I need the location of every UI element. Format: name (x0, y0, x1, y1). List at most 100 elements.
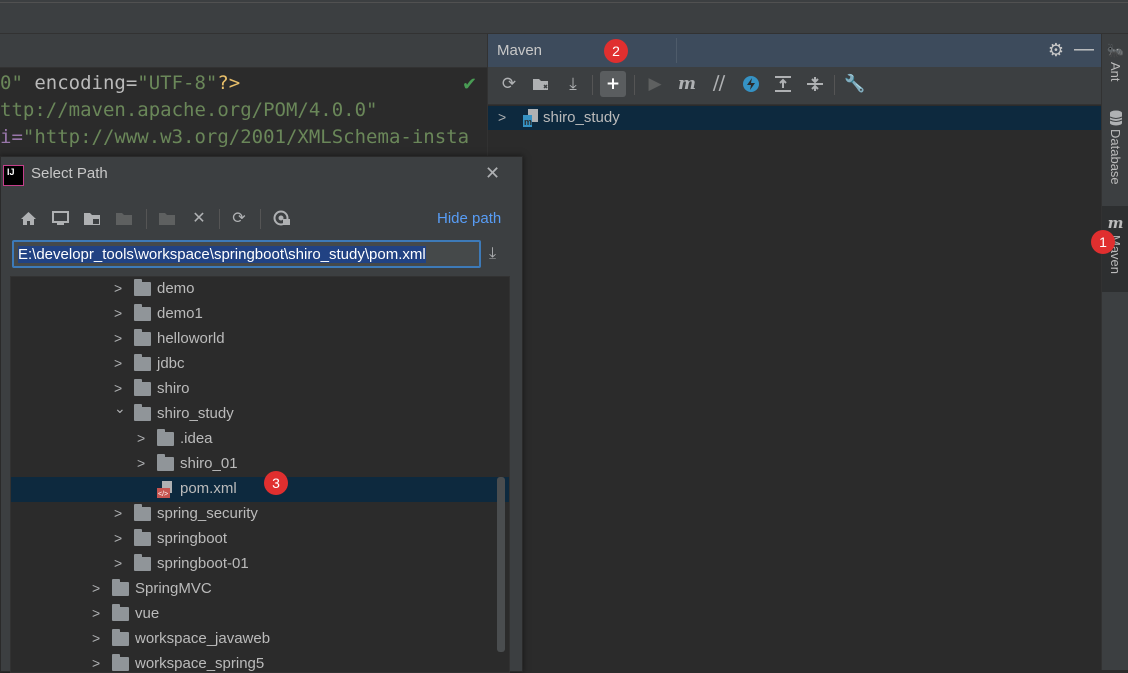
chevron-right-icon[interactable]: > (92, 580, 100, 596)
close-icon[interactable]: ✕ (485, 163, 500, 184)
folder-row[interactable]: > .idea (11, 427, 509, 452)
folder-icon (134, 379, 151, 396)
maven-toolbar: ⟳ ⤓ + ▶ m ⧸⧸ 🔧 (488, 67, 1102, 105)
chevron-right-icon[interactable]: > (114, 380, 122, 396)
folder-row[interactable]: > SpringMVC (11, 577, 509, 602)
code-token: encoding= (22, 72, 138, 94)
chevron-right-icon[interactable]: > (114, 280, 122, 296)
folder-row[interactable]: > helloworld (11, 327, 509, 352)
ant-icon: 🐜 (1106, 42, 1125, 58)
plus-icon[interactable]: + (600, 71, 626, 97)
code-token: 0" (0, 72, 23, 94)
desktop-icon[interactable] (49, 207, 71, 229)
chevron-right-icon[interactable]: > (114, 505, 122, 521)
chevron-right-icon[interactable]: > (92, 630, 100, 646)
tree-item-label: shiro_study (157, 405, 234, 422)
chevron-right-icon[interactable]: > (137, 430, 145, 446)
collapse-icon[interactable] (770, 71, 796, 97)
folder-icon (112, 579, 129, 596)
folder-icon (134, 279, 151, 296)
chevron-right-icon[interactable]: > (498, 109, 506, 125)
inspection-ok-icon[interactable]: ✔ (462, 74, 477, 95)
folder-row[interactable]: > demo (11, 277, 509, 302)
toolbar-separator (146, 209, 147, 229)
database-icon (1109, 110, 1122, 126)
maven-project-tree: > m shiro_study (488, 105, 1102, 670)
maven-tool-window: Maven 2 ⚙ — ⟳ ⤓ + ▶ m ⧸⧸ 🔧 > m shiro_stu… (487, 34, 1102, 670)
chevron-right-icon[interactable]: > (92, 655, 100, 671)
chevron-right-icon[interactable]: > (114, 330, 122, 346)
code-token: "http://www.w3.org/2001/XMLSchema-insta (22, 126, 470, 148)
folder-icon (112, 604, 129, 621)
delete-icon[interactable]: ✕ (188, 207, 210, 229)
code-token: i= (0, 126, 23, 148)
select-path-dialog: IJ Select Path ✕ ✕ ⟳ Hide path E:\develo… (0, 156, 523, 673)
code-line-2: ttp://maven.apache.org/POM/4.0.0" (0, 99, 378, 121)
chevron-right-icon[interactable]: > (114, 355, 122, 371)
folder-row[interactable]: > workspace_javaweb (11, 627, 509, 652)
folder-row[interactable]: > shiro (11, 377, 509, 402)
folder-row[interactable]: > demo1 (11, 302, 509, 327)
editor-tab-strip (0, 34, 487, 68)
maven-m-icon[interactable]: m (674, 71, 700, 97)
folder-icon (134, 554, 151, 571)
chevron-down-icon[interactable]: ⌄ (114, 400, 126, 417)
refresh-icon[interactable]: ⟳ (228, 207, 250, 229)
code-line-3: i="http://www.w3.org/2001/XMLSchema-inst… (0, 126, 469, 148)
code-token: ttp://maven.apache.org/POM/4.0.0" (0, 99, 378, 121)
hide-path-link[interactable]: Hide path (437, 210, 501, 227)
add-folder-icon[interactable] (528, 71, 554, 97)
file-row[interactable]: </> pom.xml (11, 477, 509, 502)
wrench-icon[interactable]: 🔧 (842, 71, 868, 97)
new-folder-icon[interactable] (156, 207, 178, 229)
module-folder-icon[interactable] (113, 207, 135, 229)
lightning-icon[interactable] (738, 71, 764, 97)
tab-ant-label: Ant (1108, 62, 1123, 82)
chevron-right-icon[interactable]: > (114, 530, 122, 546)
toolbar-separator (260, 209, 261, 229)
chevron-right-icon[interactable]: > (114, 305, 122, 321)
path-input[interactable]: E:\developr_tools\workspace\springboot\s… (12, 240, 481, 268)
folder-icon (134, 404, 151, 421)
file-tree: > demo > demo1 > helloworld > jdbc > shiro ⌄ shiro_… (10, 276, 510, 673)
folder-row[interactable]: ⌄ shiro_study (11, 400, 509, 427)
folder-icon (134, 529, 151, 546)
folder-row[interactable]: > shiro_01 (11, 452, 509, 477)
folder-icon (134, 304, 151, 321)
toggle-offline-icon[interactable]: ⧸⧸ (706, 71, 732, 97)
chevron-right-icon[interactable]: > (114, 555, 122, 571)
maven-title: Maven (497, 42, 543, 59)
minimize-icon[interactable]: — (1074, 38, 1094, 61)
chevron-right-icon[interactable]: > (137, 455, 145, 471)
folder-row[interactable]: > spring_security (11, 502, 509, 527)
expand-icon[interactable] (802, 71, 828, 97)
tab-database[interactable]: Database (1102, 110, 1128, 185)
maven-project-label: shiro_study (543, 109, 620, 126)
chevron-right-icon[interactable]: > (92, 605, 100, 621)
tab-database-label: Database (1108, 129, 1123, 185)
home-icon[interactable] (17, 207, 39, 229)
tab-ant[interactable]: 🐜 Ant (1102, 42, 1128, 82)
folder-icon (157, 454, 174, 471)
download-icon[interactable]: ⤓ (560, 71, 586, 97)
tree-item-label: shiro_01 (180, 455, 238, 472)
folder-icon (134, 354, 151, 371)
maven-m-icon: m (1107, 214, 1124, 232)
project-folder-icon[interactable] (81, 207, 103, 229)
reload-icon[interactable]: ⟳ (496, 71, 522, 97)
gear-icon[interactable]: ⚙ (1048, 40, 1064, 61)
scrollbar[interactable] (497, 477, 505, 652)
tree-item-label: vue (135, 605, 160, 622)
show-hidden-icon[interactable] (271, 207, 293, 229)
tree-item-label: pom.xml (180, 480, 237, 497)
folder-row[interactable]: > vue (11, 602, 509, 627)
download-icon[interactable]: ⤓ (489, 245, 496, 263)
folder-row[interactable]: > springboot-01 (11, 552, 509, 577)
tree-item-label: workspace_spring5 (135, 655, 265, 672)
tree-item-label: helloworld (157, 330, 225, 347)
run-icon[interactable]: ▶ (642, 71, 668, 97)
folder-row[interactable]: > springboot (11, 527, 509, 552)
folder-row[interactable]: > jdbc (11, 352, 509, 377)
maven-project-row[interactable]: > m shiro_study (488, 106, 1102, 130)
toolbar-separator (592, 75, 593, 95)
